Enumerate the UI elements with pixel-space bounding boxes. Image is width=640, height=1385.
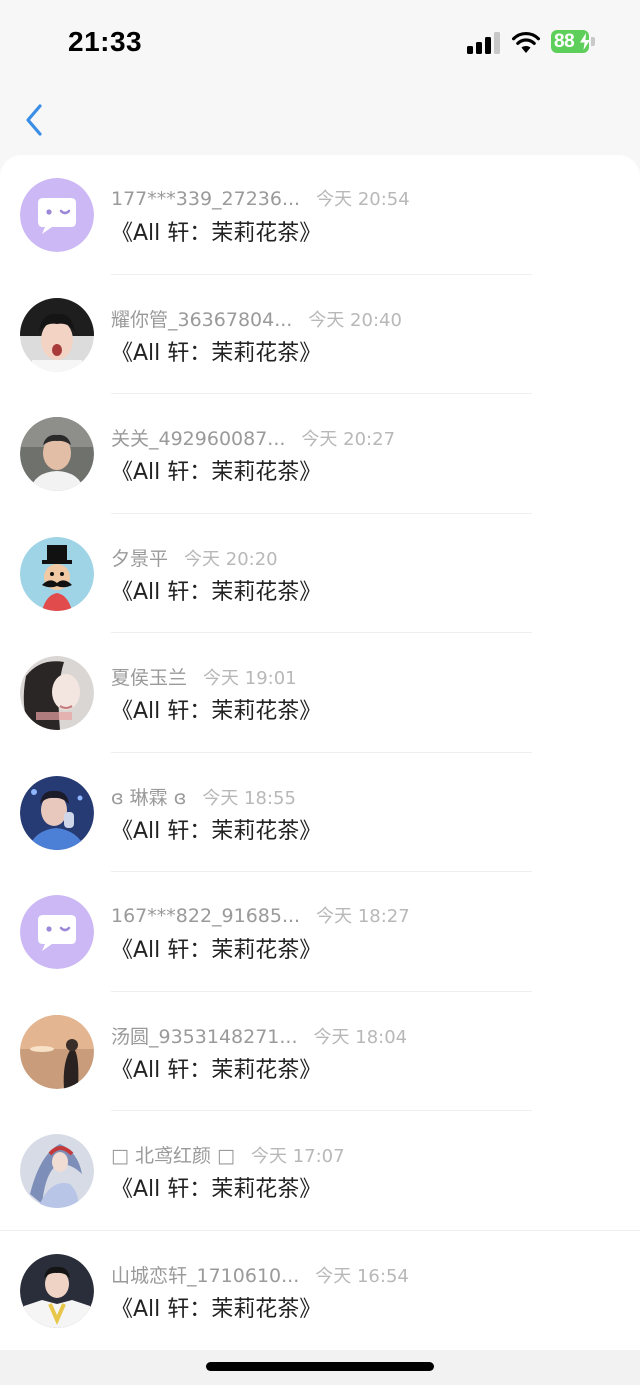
sender-name: 167***822_91685... [111,905,301,927]
message-time: 今天 17:07 [250,1146,345,1167]
home-indicator[interactable] [206,1362,434,1371]
list-item[interactable]: □ 北鸢红颜 □ 今天 17:07 《All 轩：茉莉花茶》 [0,1111,640,1231]
message-text: 《All 轩：茉莉花茶》 [111,818,322,844]
list-item[interactable]: 山城恋轩_1710610... 今天 16:54 《All 轩：茉莉花茶》 [0,1231,640,1351]
message-list: 177***339_27236... 今天 20:54 《All 轩：茉莉花茶》 … [0,155,640,1350]
message-meta: 关关_492960087... 今天 20:27 [111,424,395,450]
message-text: 《All 轩：茉莉花茶》 [111,460,322,485]
message-time: 今天 16:54 [315,1265,409,1287]
message-meta: 汤圆_9353148271... 今天 18:04 [111,1022,407,1048]
message-time: 今天 19:01 [203,668,297,689]
photo-avatar [20,417,94,491]
list-item[interactable]: 汤圆_9353148271... 今天 18:04 《All 轩：茉莉花茶》 [0,992,640,1111]
default-chat-avatar [20,895,94,969]
wifi-icon [512,31,540,53]
message-meta: 167***822_91685... 今天 18:27 [111,902,410,928]
cellular-signal-icon [467,32,501,54]
sender-name: 夕景平 [111,547,169,570]
message-text: 《All 轩：茉莉花茶》 [111,579,322,605]
status-bar: 21:33 88 [0,0,640,84]
list-item[interactable]: 夕景平 今天 20:20 《All 轩：茉莉花茶》 [0,514,640,633]
message-text: 《All 轩：茉莉花茶》 [111,1057,322,1083]
photo-avatar [20,656,94,730]
home-indicator-area [0,1350,640,1385]
photo-avatar [20,1014,94,1089]
sender-name: 耀你管_36367804... [111,308,293,331]
list-item[interactable]: 耀你管_36367804... 今天 20:40 《All 轩：茉莉花茶》 [0,275,640,394]
message-time: 今天 20:20 [184,548,278,570]
message-time: 今天 20:54 [316,189,410,210]
nav-bar [0,84,640,156]
message-text: 《All 轩：茉莉花茶》 [111,938,322,963]
list-item[interactable]: 夏侯玉兰 今天 19:01 《All 轩：茉莉花茶》 [0,633,640,753]
message-text: 《All 轩：茉莉花茶》 [111,1177,322,1202]
message-time: 今天 18:55 [202,787,296,809]
message-time: 今天 20:27 [301,429,396,450]
list-item[interactable]: ɞ 琳霖 ɞ 今天 18:55 《All 轩：茉莉花茶》 [0,753,640,872]
list-item[interactable]: 177***339_27236... 今天 20:54 《All 轩：茉莉花茶》 [0,155,640,275]
sender-name: □ 北鸢红颜 □ [111,1145,235,1167]
top-hat-mustache-avatar [20,536,94,611]
sender-name: 177***339_27236... [111,188,301,210]
battery-cap [591,37,595,46]
photo-avatar [20,1253,94,1328]
message-text: 《All 轩：茉莉花茶》 [111,699,322,724]
photo-avatar [20,1134,94,1208]
sender-name: 夏侯玉兰 [111,667,188,689]
message-meta: ɞ 琳霖 ɞ 今天 18:55 [111,783,296,809]
message-time: 今天 18:27 [316,906,410,927]
message-meta: 耀你管_36367804... 今天 20:40 [111,305,402,331]
message-meta: 夏侯玉兰 今天 19:01 [111,663,297,689]
chevron-left-icon[interactable] [20,102,50,138]
message-meta: 夕景平 今天 20:20 [111,544,278,570]
sender-name: 汤圆_9353148271... [111,1025,298,1048]
sender-name: 关关_492960087... [111,428,286,450]
photo-avatar [20,775,94,850]
list-item[interactable]: 关关_492960087... 今天 20:27 《All 轩：茉莉花茶》 [0,394,640,514]
message-time: 今天 20:40 [308,309,402,331]
message-meta: 山城恋轩_1710610... 今天 16:54 [111,1261,409,1287]
list-item[interactable]: 167***822_91685... 今天 18:27 《All 轩：茉莉花茶》 [0,872,640,992]
message-text: 《All 轩：茉莉花茶》 [111,221,322,246]
photo-avatar [20,297,94,372]
status-time: 21:33 [68,26,143,57]
message-text: 《All 轩：茉莉花茶》 [111,340,322,366]
message-text: 《All 轩：茉莉花茶》 [111,1296,322,1322]
sender-name: ɞ 琳霖 ɞ [111,786,187,809]
battery-level: 88 [554,31,575,52]
sender-name: 山城恋轩_1710610... [111,1264,300,1287]
message-meta: 177***339_27236... 今天 20:54 [111,185,410,211]
message-time: 今天 18:04 [313,1026,408,1048]
default-chat-avatar [20,178,94,252]
message-meta: □ 北鸢红颜 □ 今天 17:07 [111,1141,345,1167]
charging-bolt-icon [580,33,590,50]
